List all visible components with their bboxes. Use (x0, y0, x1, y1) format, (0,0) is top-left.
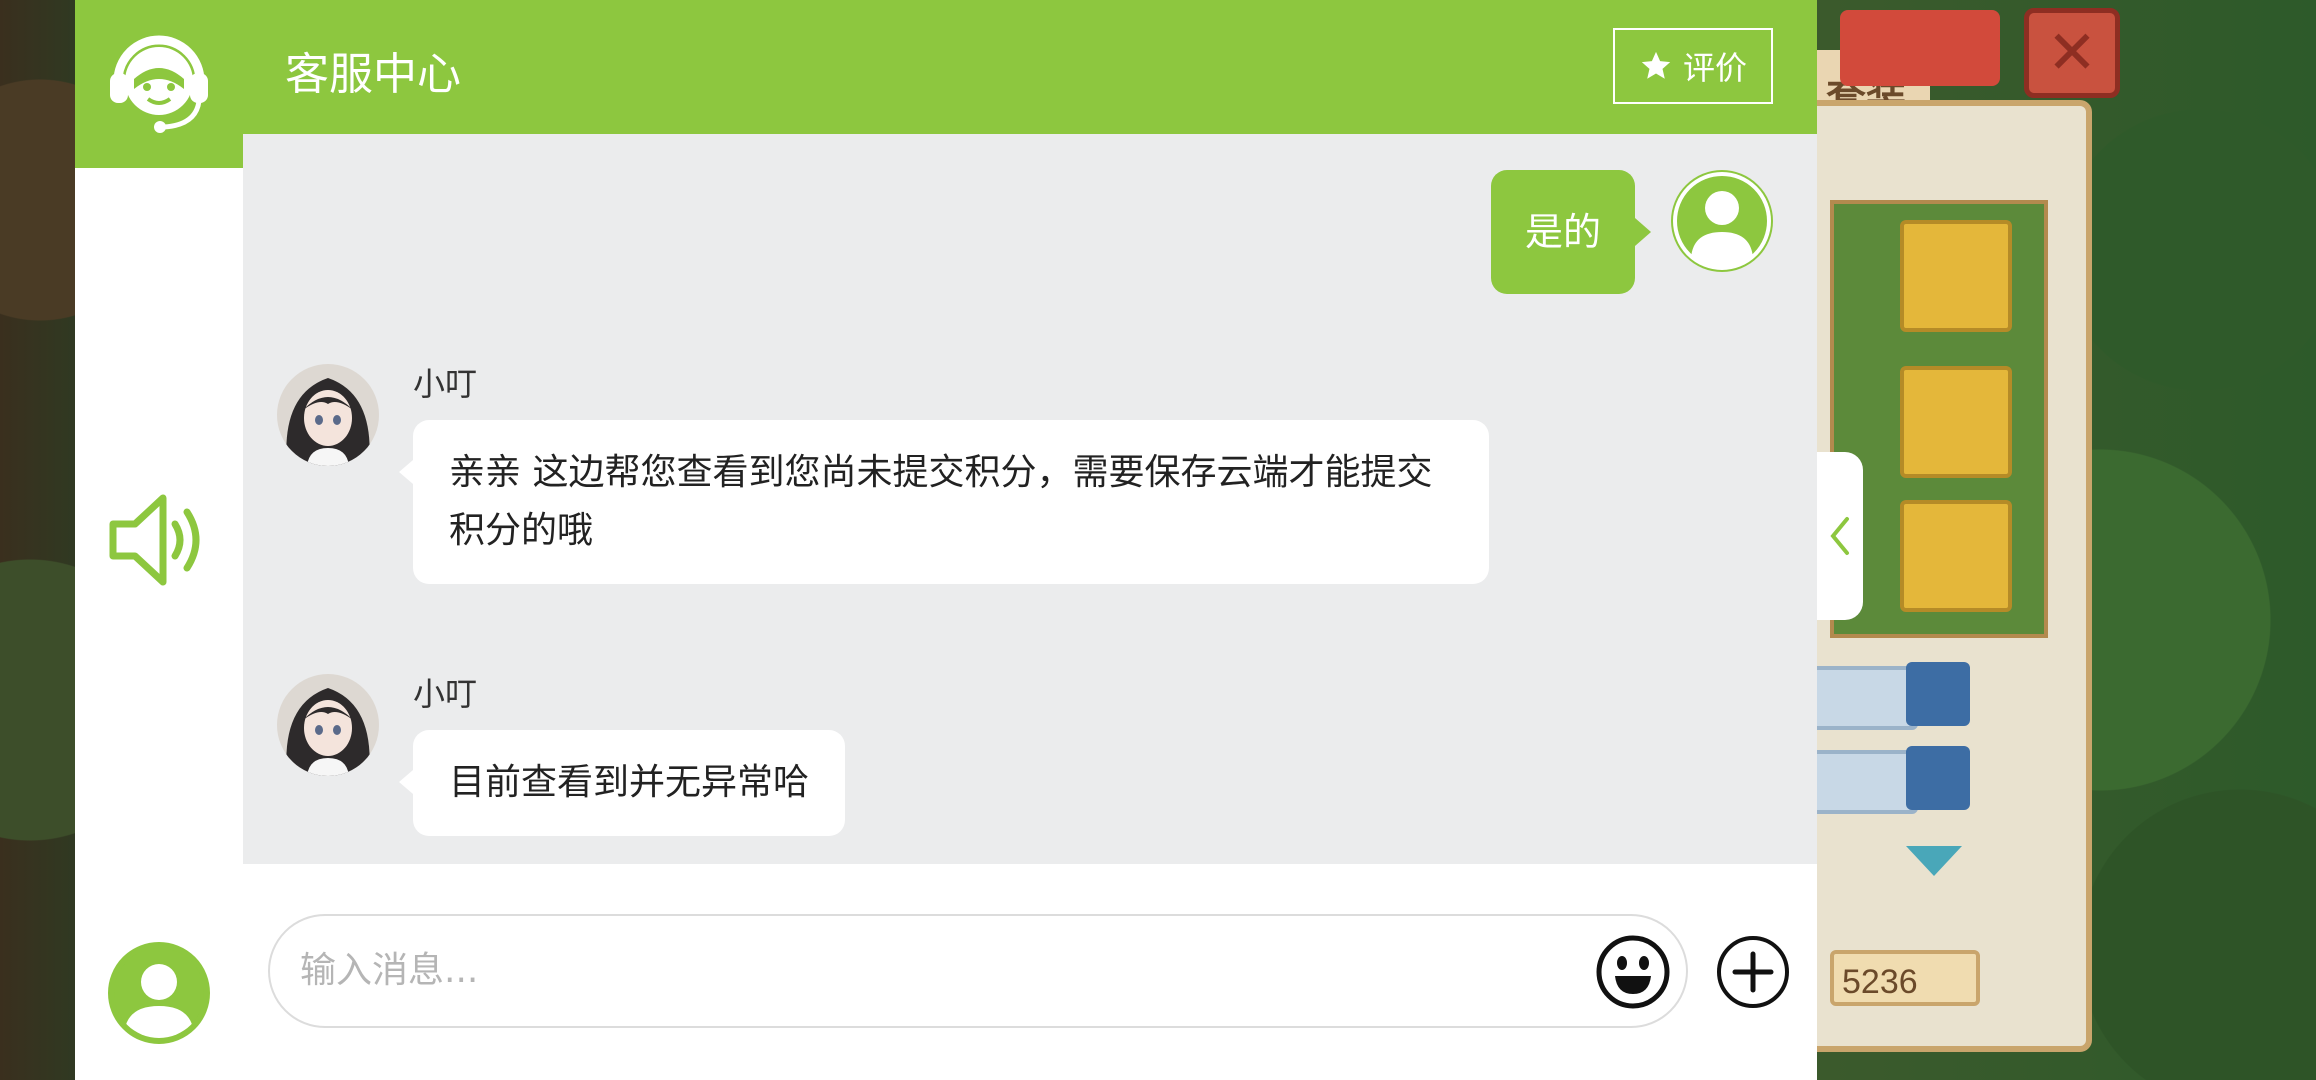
emoji-icon[interactable] (1595, 934, 1671, 1010)
side-bar (75, 0, 243, 1080)
message-user: 是的 (1490, 170, 1773, 294)
message-input[interactable]: 输入消息... (268, 914, 1688, 1028)
chevron-left-icon (1830, 517, 1849, 555)
customer-service-window: 客服中心 评价 是的 小叮 亲亲 这边帮您查看到您尚未提交积分，需要保存云端才能… (75, 0, 1817, 1080)
page-title: 客服中心 (285, 49, 461, 100)
message-agent: 小叮 亲亲 这边帮您查看到您尚未提交积分，需要保存云端才能提交积分的哦 (277, 364, 1489, 584)
game-slot (1900, 220, 2012, 332)
agent-avatar-image (277, 364, 379, 466)
plus-icon[interactable] (1715, 934, 1791, 1010)
agent-avatar-image (277, 674, 379, 776)
my-avatar[interactable] (108, 942, 210, 1044)
headset-icon (110, 35, 208, 133)
message-bubble: 目前查看到并无异常哈 (398, 730, 846, 836)
star-icon (1641, 51, 1671, 79)
game-pencil-button (1906, 746, 1970, 810)
game-dropdown-arrow (1906, 846, 1962, 876)
message-agent: 小叮 目前查看到并无异常哈 (277, 674, 846, 836)
user-icon (124, 964, 194, 1038)
game-slot (1900, 366, 2012, 478)
game-input (1810, 666, 1918, 730)
agent-avatar (277, 674, 379, 776)
header: 客服中心 评价 (243, 0, 1817, 134)
side-logo (75, 0, 243, 168)
game-close-button: ✕ (2024, 8, 2120, 98)
message-list[interactable]: 是的 小叮 亲亲 这边帮您查看到您尚未提交积分，需要保存云端才能提交积分的哦 小… (243, 134, 1817, 864)
speaker-icon[interactable] (105, 486, 213, 594)
agent-name: 小叮 (413, 675, 478, 713)
game-slot (1900, 500, 2012, 612)
input-bar: 输入消息... (243, 864, 1817, 1080)
message-bubble: 是的 (1490, 170, 1652, 294)
agent-avatar (277, 364, 379, 466)
game-input (1810, 750, 1918, 814)
rate-button[interactable]: 评价 (1613, 28, 1773, 104)
game-pencil-button (1906, 662, 1970, 726)
game-score: 5236 (1830, 950, 1980, 1006)
message-bubble: 亲亲 这边帮您查看到您尚未提交积分，需要保存云端才能提交积分的哦 (399, 420, 1489, 584)
user-icon (1673, 172, 1771, 270)
collapse-tab[interactable] (1817, 452, 1863, 620)
agent-name: 小叮 (413, 365, 478, 403)
rate-button-label: 评价 (1682, 49, 1747, 87)
game-red-button (1840, 10, 2000, 86)
user-avatar (1671, 170, 1773, 272)
